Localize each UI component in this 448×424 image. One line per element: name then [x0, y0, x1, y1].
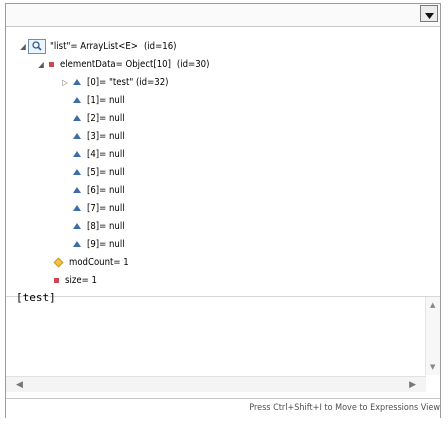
view-menu-button[interactable]: [420, 5, 438, 22]
expand-toggle-icon[interactable]: ◢: [36, 60, 46, 69]
triangle-field-icon: [73, 169, 81, 175]
triangle-field-icon: [73, 115, 81, 121]
move-to-expressions-hint[interactable]: Press Ctrl+Shift+I to Move to Expression…: [249, 403, 440, 413]
item-label: [2]= null: [87, 112, 125, 124]
scroll-down-arrow-icon[interactable]: ▼: [430, 363, 435, 371]
list-item-3[interactable]: [3]= null: [70, 127, 125, 145]
variable-label: modCount= 1: [69, 256, 129, 268]
item-label: [0]= "test" (id=32): [87, 76, 169, 88]
variables-tree[interactable]: ◢ "list"= ArrayList<E> (id=16) ◢ element…: [6, 32, 440, 296]
scroll-up-arrow-icon[interactable]: ▲: [430, 301, 435, 309]
variable-id: (id=16): [143, 40, 177, 52]
triangle-field-icon: [73, 133, 81, 139]
variable-label: "list"= ArrayList<E>: [50, 40, 138, 52]
triangle-field-icon: [73, 79, 81, 85]
modCount-row[interactable]: modCount= 1: [51, 253, 129, 271]
list-item-8[interactable]: [8]= null: [70, 217, 125, 235]
toolbar: [6, 4, 440, 27]
item-label: [9]= null: [87, 238, 125, 250]
status-bar: Press Ctrl+Shift+I to Move to Expression…: [6, 398, 440, 418]
scroll-left-arrow-icon[interactable]: ◀: [16, 380, 23, 390]
item-label: [7]= null: [87, 202, 125, 214]
diamond-field-icon: [53, 257, 64, 267]
item-label: [5]= null: [87, 166, 125, 178]
item-label: [4]= null: [87, 148, 125, 160]
root-variable-row[interactable]: ◢ "list"= ArrayList<E> (id=16): [18, 37, 176, 55]
list-item-7[interactable]: [7]= null: [70, 199, 125, 217]
list-item-2[interactable]: [2]= null: [70, 109, 125, 127]
horizontal-scrollbar[interactable]: ◀ ▶: [6, 376, 426, 392]
square-field-icon: [49, 61, 54, 67]
triangle-field-icon: [73, 187, 81, 193]
triangle-field-icon: [73, 241, 81, 247]
elementData-row[interactable]: ◢ elementData= Object[10] (id=30): [36, 55, 209, 73]
variable-id: (id=30): [176, 58, 210, 70]
triangle-field-icon: [73, 223, 81, 229]
list-item-5[interactable]: [5]= null: [70, 163, 125, 181]
expand-toggle-icon[interactable]: ◢: [18, 42, 28, 51]
triangle-field-icon: [73, 151, 81, 157]
chevron-down-icon: [424, 4, 434, 23]
item-label: [1]= null: [87, 94, 125, 106]
vertical-scrollbar[interactable]: ▲ ▼: [425, 297, 440, 375]
collapse-toggle-icon[interactable]: ▷: [60, 78, 70, 87]
triangle-field-icon: [73, 97, 81, 103]
detail-pane[interactable]: [test]: [6, 283, 426, 371]
triangle-field-icon: [73, 205, 81, 211]
item-label: [8]= null: [87, 220, 125, 232]
list-item-6[interactable]: [6]= null: [70, 181, 125, 199]
list-item-4[interactable]: [4]= null: [70, 145, 125, 163]
item-label: [3]= null: [87, 130, 125, 142]
item-label: [6]= null: [87, 184, 125, 196]
variable-label: elementData= Object[10]: [60, 58, 171, 70]
list-item-0[interactable]: ▷ [0]= "test" (id=32): [60, 73, 168, 91]
list-item-9[interactable]: [9]= null: [70, 235, 125, 253]
scroll-right-arrow-icon[interactable]: ▶: [409, 380, 416, 390]
detail-value: [test]: [16, 291, 56, 304]
square-field-icon: [54, 277, 59, 283]
list-item-1[interactable]: [1]= null: [70, 91, 125, 109]
expressions-popup: ◢ "list"= ArrayList<E> (id=16) ◢ element…: [5, 3, 441, 418]
search-icon[interactable]: [28, 38, 46, 54]
